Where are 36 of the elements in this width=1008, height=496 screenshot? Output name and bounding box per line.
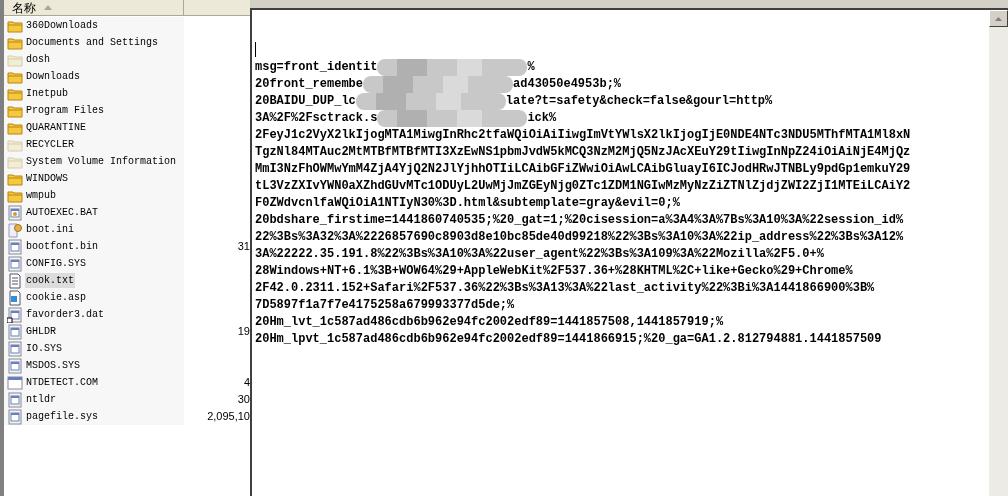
file-name[interactable]: GHLDR — [25, 324, 57, 339]
text-line: 20front_remembe — [255, 76, 364, 93]
file-name[interactable]: IO.SYS — [25, 341, 63, 356]
text-line: 20Hm_lvt_1c587ad486cdb6b962e94fc2002edf89=1441857508,1441857919;% — [255, 314, 724, 331]
text-line: tL3VzZXIvYWN0aXZhdGUvMTc1ODUyL2UwMjJmZGEyNjg0ZTc1ZDM1NGIwMzMyNzZiZTNlZjdjZWI2ZjI1MTEiLCAiY2 — [255, 178, 911, 195]
text-line: 7D5897f1a7f7e4175258a679993377d5de;% — [255, 297, 515, 314]
text-line: msg=front_identit — [255, 59, 378, 76]
file-size: 31 — [237, 239, 250, 255]
text-line: 2FeyJ1c2VyX2lkIjogMTA1MiwgInRhc2tfaWQiOiAiIiwgImVtYWlsX2lkIjogIjE0NDE4NTc3NDU5MThfMTA1Ml8xN — [255, 127, 911, 144]
text-line: MmI3NzFhOWMwYmM4ZjA4YjQ2N2JlYjhhOTIiLCAibGFiZWwiOiAwLCAibGluayI6ICJodHRwJTNBLy9pdGp1emkuY29 — [255, 161, 911, 178]
text-line: TgzNl84MTAuc2MtMTBfMTBfMTI3XzEwNS1pbmJvdW5kMCQ3NzM2MjQ5NzJAcXEuY29tIiwgInNpZ24iOiAiNjE4MjQz — [255, 144, 911, 161]
text-line: ad43050e4953b;% — [513, 76, 622, 93]
text-line: 3A%2F%2Fsctrack.s — [255, 110, 378, 127]
up-arrow-icon — [995, 16, 1002, 21]
text-cursor — [255, 42, 256, 57]
text-line: 20BAIDU_DUP_lc — [255, 93, 356, 110]
file-size: 4 — [243, 375, 250, 391]
text-line: late?t=safety&check=false&gourl=http% — [505, 93, 773, 110]
text-line: 2F42.0.2311.152+Safari%2F537.36%22%3Bs%3A13%3A%22last_activity%22%3Bi%3A1441866900%3B% — [255, 280, 875, 297]
file-name[interactable]: wmpub — [25, 188, 57, 203]
file-size: 30 — [237, 392, 250, 408]
file-size: 2,095,10 — [207, 409, 250, 425]
file-size: 19 — [237, 324, 250, 340]
file-name[interactable]: ntldr — [25, 392, 57, 407]
scrollbar[interactable] — [989, 10, 1008, 496]
text-line: ick% — [527, 110, 557, 127]
file-name[interactable]: cook.txt — [25, 273, 75, 288]
text-line: F0ZWdvcnlfaWQiOiA1NTIyN30%3D.html&subtemplate=gray&evil=0;% — [255, 195, 680, 212]
text-line: 3A%22222.35.191.8%22%3Bs%3A10%3A%22user_agent%22%3Bs%3A109%3A%22Mozilla%2F5.0+% — [255, 246, 824, 263]
text-line: 28Windows+NT+6.1%3B+WOW64%29+AppleWebKit%2F537.36+%28KHTML%2C+like+Gecko%29+Chrome% — [255, 263, 853, 280]
scroll-up-button[interactable] — [989, 10, 1008, 27]
text-line: 20Hm_lpvt_1c587ad486cdb6b962e94fc2002edf89=1441866915;%20_ga=GA1.2.812794881.1441857509 — [255, 331, 882, 348]
text-line: % — [527, 59, 535, 76]
text-line: 20bdshare_firstime=1441860740535;%20_gat=1;%20cisession=a%3A4%3A%7Bs%3A10%3A%22session_id% — [255, 212, 904, 229]
file-name[interactable]: dosh — [25, 52, 51, 67]
text-line: 22%3Bs%3A32%3A%2226857690c8903d8e10bc85de40d99218%22%3Bs%3A10%3A%22ip_address%22%3Bs%3A12% — [255, 229, 904, 246]
